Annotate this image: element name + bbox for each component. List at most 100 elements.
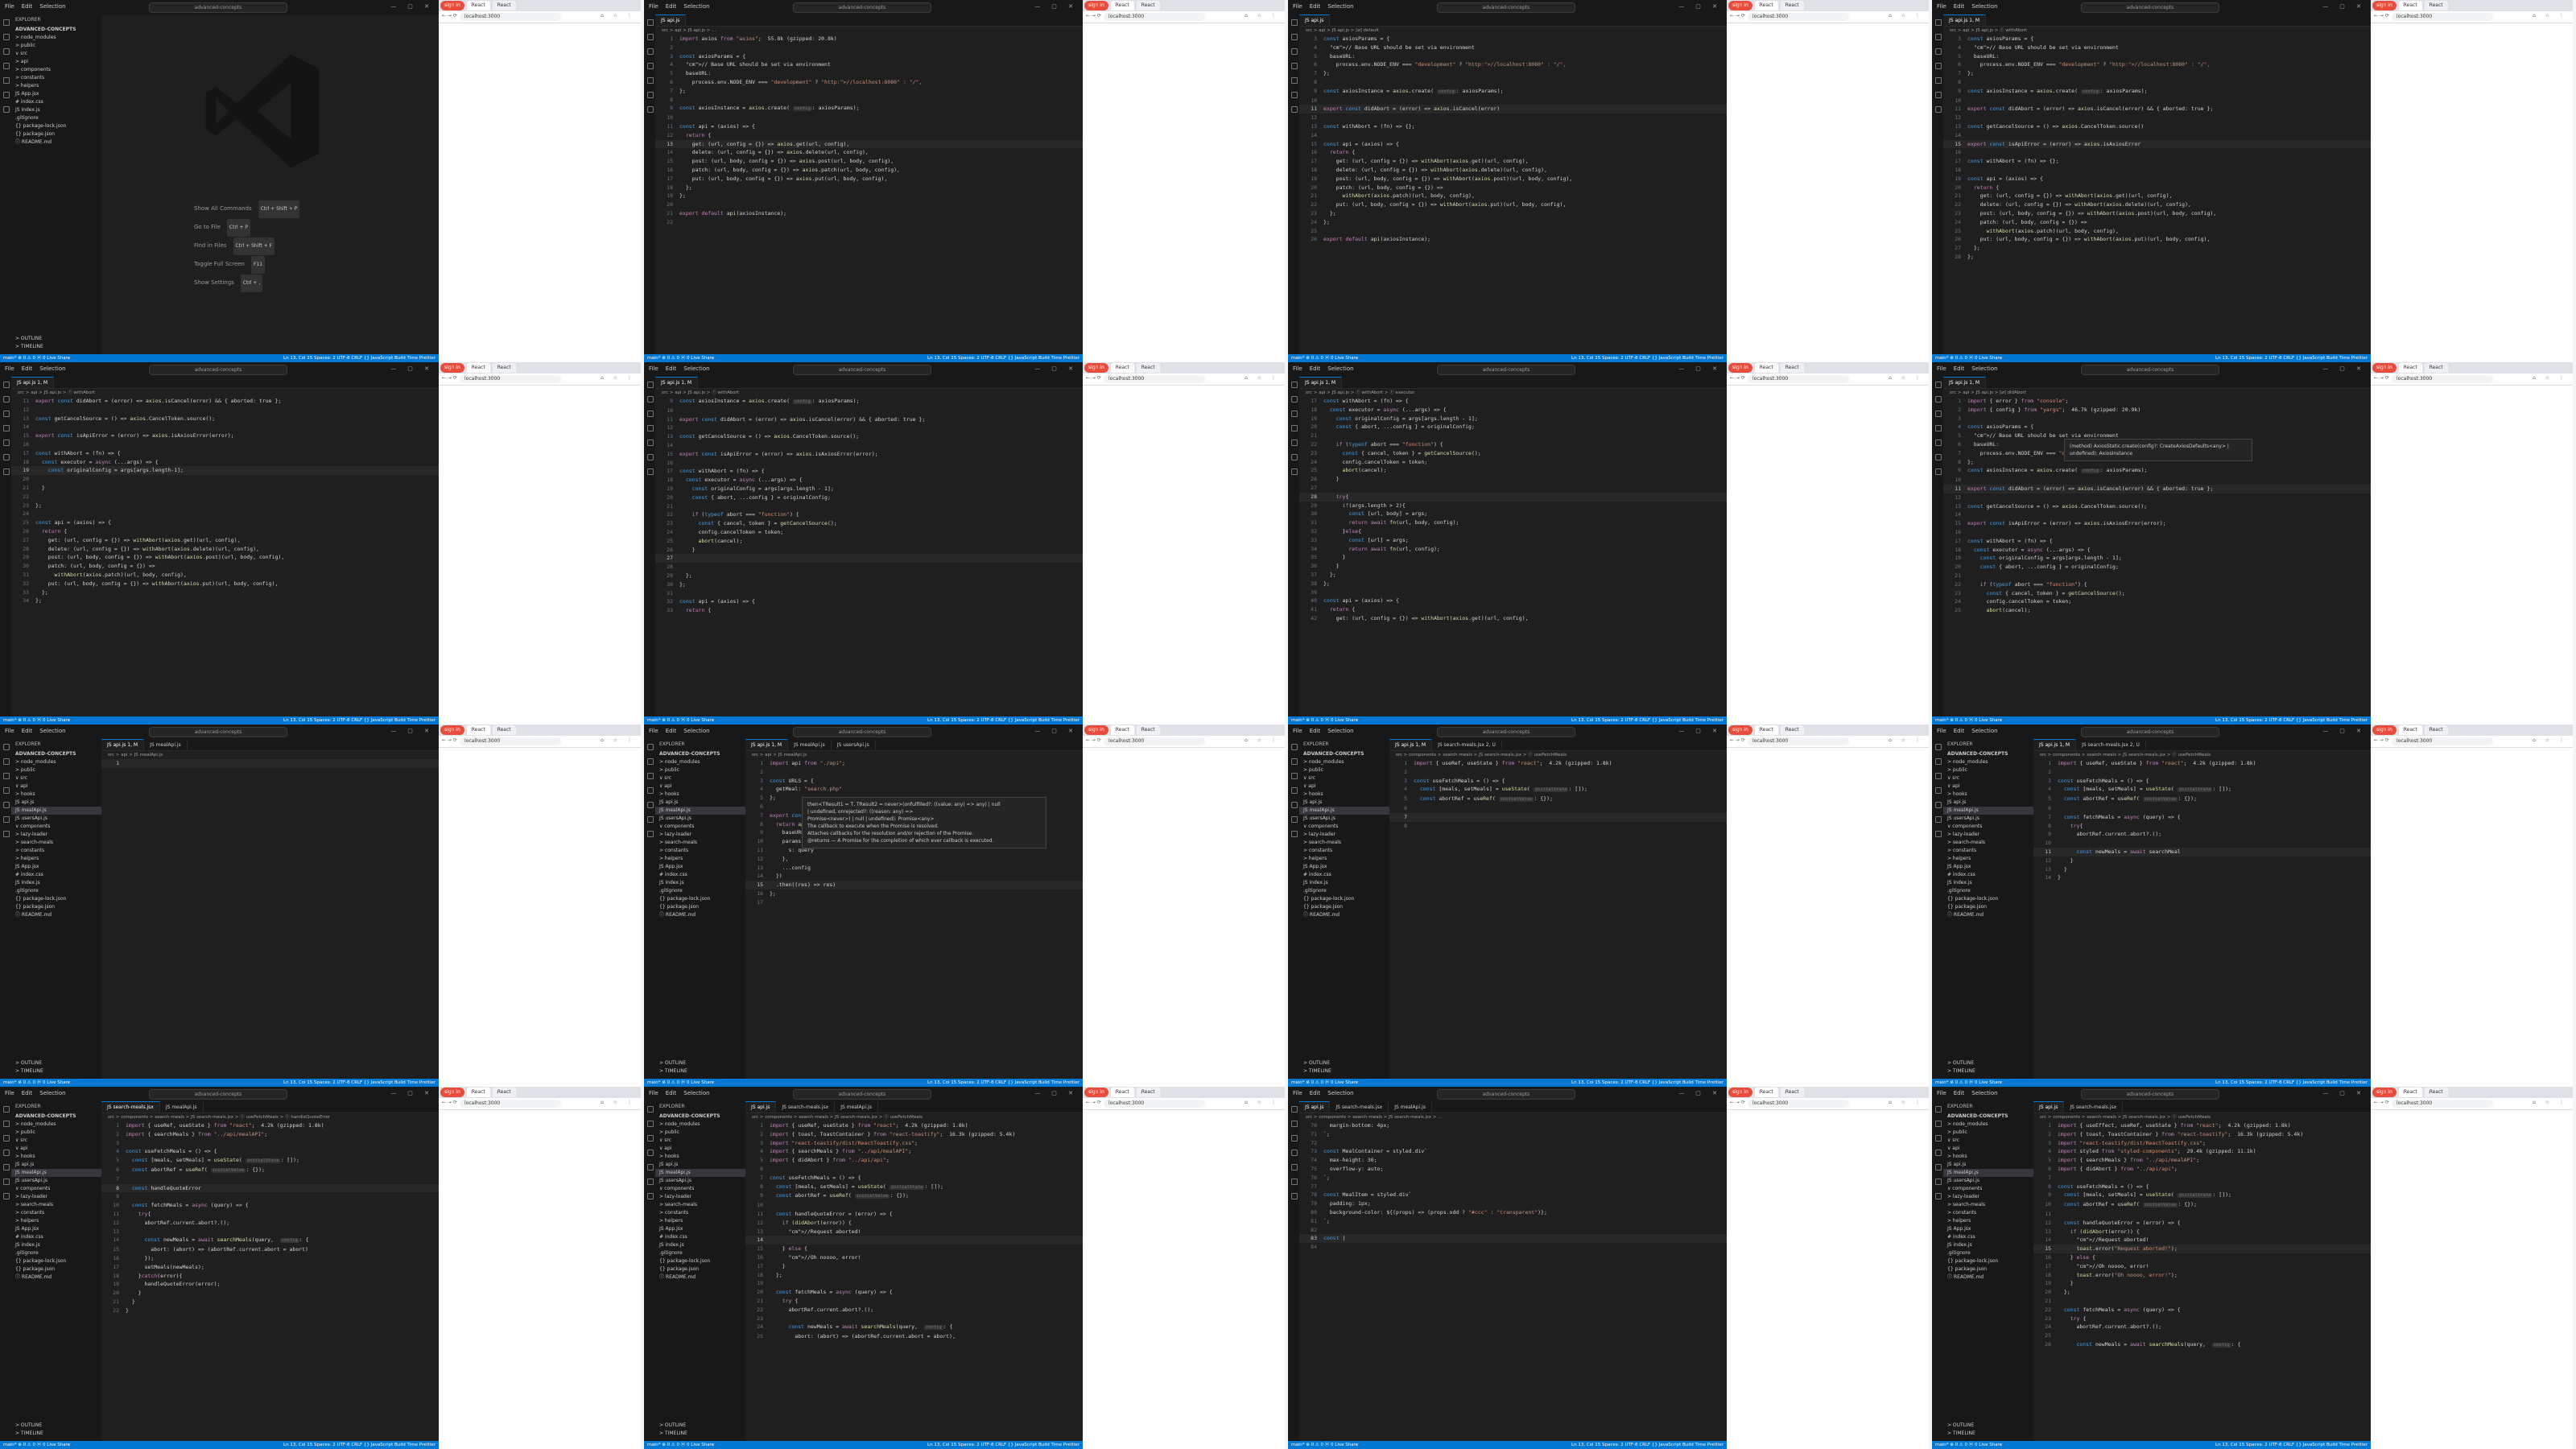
browser-tab-signin[interactable]: sign in — [1728, 725, 1752, 735]
browser-tab-signin[interactable]: sign in — [2372, 725, 2396, 735]
menu-item-file[interactable]: File — [649, 3, 658, 10]
url-input[interactable]: localhost:3000 — [460, 375, 561, 383]
menu-item-file[interactable]: File — [649, 1090, 658, 1096]
file-tree-item[interactable]: JS index.js — [1943, 1241, 2033, 1249]
window-controls[interactable]: — ▢ ✕ — [2322, 1090, 2366, 1096]
outline-panel[interactable]: > OUTLINE — [11, 335, 101, 343]
editor-tab[interactable]: JS mealApi.js — [144, 740, 188, 750]
window-controls[interactable]: — ▢ ✕ — [390, 728, 434, 734]
breadcrumb[interactable]: src > api > JS api.js > [ø] didAbort — [1943, 389, 2371, 397]
extensions-icon[interactable] — [1291, 1164, 1298, 1170]
file-tree-item[interactable]: ∨ src — [11, 1137, 101, 1145]
editor-tab[interactable]: JS search-meals.jsx 2, U — [2076, 740, 2146, 750]
source-control-icon[interactable] — [1935, 48, 1942, 55]
extensions-icon[interactable] — [647, 440, 654, 446]
outline-panel[interactable]: > OUTLINE — [11, 1059, 101, 1067]
file-tree-item[interactable]: > api — [11, 58, 101, 66]
browser-toolbar-icons[interactable]: ⌂ ☆ ⋮ — [601, 737, 636, 743]
file-tree-item[interactable]: JS usersApi.js — [1299, 815, 1389, 823]
breadcrumb[interactable]: src > api > JS api.js > ⓕ withAbort — [11, 389, 439, 397]
browser-tab-signin[interactable]: sign in — [440, 1, 464, 10]
status-left[interactable]: main* ⊗ 0 ⚠ 0 ⓦ 0 Live Share — [3, 354, 70, 362]
timeline-panel[interactable]: > TIMELINE — [1943, 1067, 2033, 1075]
file-tree-item[interactable]: > helpers — [1299, 855, 1389, 863]
browser-nav-buttons[interactable]: ← → ⟳ — [2374, 737, 2389, 743]
browser-tab-react[interactable]: React — [1754, 1, 1778, 10]
source-control-icon[interactable] — [1291, 773, 1298, 779]
run-debug-icon[interactable] — [1291, 63, 1298, 69]
browser-tab-signin[interactable]: sign in — [1084, 725, 1108, 735]
menu-item-file[interactable]: File — [1937, 1090, 1946, 1096]
code-editor[interactable]: 3 const axiosParams = {4 "cm">// Base URL… — [1943, 35, 2371, 262]
browser-tab-signin[interactable]: sign in — [1084, 1088, 1108, 1097]
file-tree-item[interactable]: JS index.js — [11, 106, 101, 114]
file-tree-item[interactable]: JS App.jsx — [11, 90, 101, 98]
file-tree-item[interactable]: ⓘ README.md — [655, 1274, 745, 1282]
file-tree-item[interactable]: > lazy-loader — [655, 1193, 745, 1201]
menu-item-selection[interactable]: Selection — [683, 365, 709, 372]
files-icon[interactable] — [3, 382, 10, 388]
extensions-icon[interactable] — [1935, 440, 1942, 446]
file-tree-item[interactable]: # index.css — [655, 1233, 745, 1241]
file-tree-item[interactable]: ⓘ README.md — [1943, 1274, 2033, 1282]
url-input[interactable]: localhost:3000 — [460, 737, 561, 745]
browser-tab-react[interactable]: React — [492, 725, 516, 735]
account-icon[interactable] — [647, 469, 654, 475]
menu-item-selection[interactable]: Selection — [1327, 728, 1353, 734]
status-right[interactable]: Ln 13, Col 15 Spaces: 2 UTF-8 CRLF {} Ja… — [1571, 716, 1724, 724]
file-tree-item[interactable]: .gitignore — [655, 1249, 745, 1257]
menu-item-edit[interactable]: Edit — [1310, 728, 1321, 734]
menu-item-selection[interactable]: Selection — [39, 1090, 65, 1096]
code-editor[interactable]: 1 import { error } from "console"; 2 import… — [1943, 397, 2371, 615]
file-tree-item[interactable]: ∨ api — [655, 1145, 745, 1153]
code-editor[interactable]: 1 import { useRef, useState } from "react… — [2033, 759, 2371, 882]
status-right[interactable]: Ln 13, Col 15 Spaces: 2 UTF-8 CRLF {} Ja… — [927, 1441, 1080, 1449]
editor-tab[interactable]: JS api.js — [1299, 1101, 1331, 1113]
file-tree-item[interactable]: ∨ src — [655, 774, 745, 782]
editor-tab[interactable]: JS api.js 1, M — [655, 377, 699, 388]
code-editor[interactable]: 1 import { useRef, useState } from "react… — [101, 1121, 439, 1315]
files-icon[interactable] — [1935, 744, 1942, 750]
file-tree-item[interactable]: ∨ api — [11, 782, 101, 791]
window-controls[interactable]: — ▢ ✕ — [1034, 3, 1078, 10]
window-controls[interactable]: — ▢ ✕ — [390, 1090, 434, 1096]
browser-toolbar-icons[interactable]: ⌂ ☆ ⋮ — [2533, 375, 2568, 381]
url-input[interactable]: localhost:3000 — [1748, 737, 1849, 745]
extensions-icon[interactable] — [1935, 77, 1942, 84]
browser-tab-react[interactable]: React — [1754, 1088, 1778, 1097]
files-icon[interactable] — [1291, 744, 1298, 750]
menu-item-file[interactable]: File — [5, 728, 14, 734]
project-root[interactable]: ADVANCED-CONCEPTS — [655, 749, 745, 758]
file-tree-item[interactable]: > search-meals — [1299, 839, 1389, 847]
browser-tab-react[interactable]: React — [466, 1088, 490, 1097]
files-icon[interactable] — [3, 744, 10, 750]
url-input[interactable]: localhost:3000 — [1104, 1100, 1205, 1108]
extensions-icon[interactable] — [1291, 77, 1298, 84]
browser-nav-buttons[interactable]: ← → ⟳ — [1086, 1100, 1101, 1105]
browser-tab-react[interactable]: React — [1754, 363, 1778, 373]
file-tree-item[interactable]: JS api.js — [1943, 799, 2033, 807]
file-tree-item[interactable]: JS index.js — [1299, 879, 1389, 887]
browser-tab-signin[interactable]: sign in — [1728, 1088, 1752, 1097]
editor-tab[interactable]: JS mealApi.js — [788, 740, 832, 750]
browser-tab-react[interactable]: React — [466, 725, 490, 735]
browser-tab-react[interactable]: React — [492, 1088, 516, 1097]
file-tree-item[interactable]: JS usersApi.js — [11, 815, 101, 823]
source-control-icon[interactable] — [647, 773, 654, 779]
files-icon[interactable] — [647, 382, 654, 388]
timeline-panel[interactable]: > TIMELINE — [11, 1067, 101, 1075]
search-icon[interactable] — [1291, 34, 1298, 40]
files-icon[interactable] — [1291, 382, 1298, 388]
menu-item-edit[interactable]: Edit — [1954, 3, 1965, 10]
account-icon[interactable] — [1291, 831, 1298, 837]
file-tree-item[interactable]: # index.css — [655, 871, 745, 879]
file-tree-item[interactable]: > search-meals — [11, 1201, 101, 1209]
file-tree-item[interactable]: > constants — [11, 1209, 101, 1217]
code-editor[interactable]: 1 — [101, 759, 439, 768]
status-right[interactable]: Ln 13, Col 15 Spaces: 2 UTF-8 CRLF {} Ja… — [2215, 1079, 2368, 1087]
run-debug-icon[interactable] — [647, 63, 654, 69]
outline-panel[interactable]: > OUTLINE — [1943, 1059, 2033, 1067]
file-tree-item[interactable]: ∨ src — [1299, 774, 1389, 782]
file-tree-item[interactable]: JS usersApi.js — [1943, 815, 2033, 823]
files-icon[interactable] — [1291, 1106, 1298, 1113]
